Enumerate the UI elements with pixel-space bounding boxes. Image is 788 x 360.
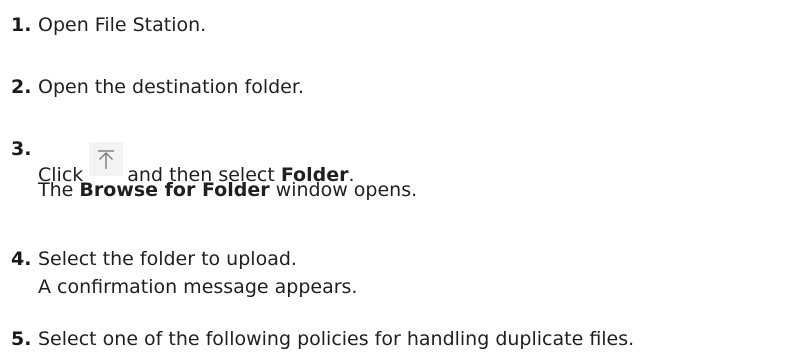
step-text: Select one of the following policies for… (38, 328, 635, 350)
step-text: Select the folder to upload. (38, 248, 297, 270)
step-text: A confirmation message appears. (38, 276, 358, 298)
step-text: The (38, 179, 74, 201)
step-number: 1. (11, 14, 32, 36)
step-number: 3. (11, 138, 32, 160)
step-body: Click and then select Folder. The Browse … (38, 142, 417, 203)
step-number: 5. (11, 328, 32, 350)
ui-term-browse-for-folder: Browse for Folder (79, 179, 270, 201)
step-line: The Browse for Folder window opens. (38, 178, 417, 203)
step-text: Open File Station. (38, 14, 207, 36)
upload-icon (89, 142, 124, 176)
step-line: Click and then select Folder. (38, 142, 417, 186)
step-number: 2. (11, 76, 32, 98)
step-text: Open the destination folder. (38, 76, 304, 98)
step-text: window opens. (275, 179, 418, 201)
step-body: Select the folder to upload. A confirmat… (38, 247, 357, 300)
step-number: 4. (11, 248, 32, 270)
